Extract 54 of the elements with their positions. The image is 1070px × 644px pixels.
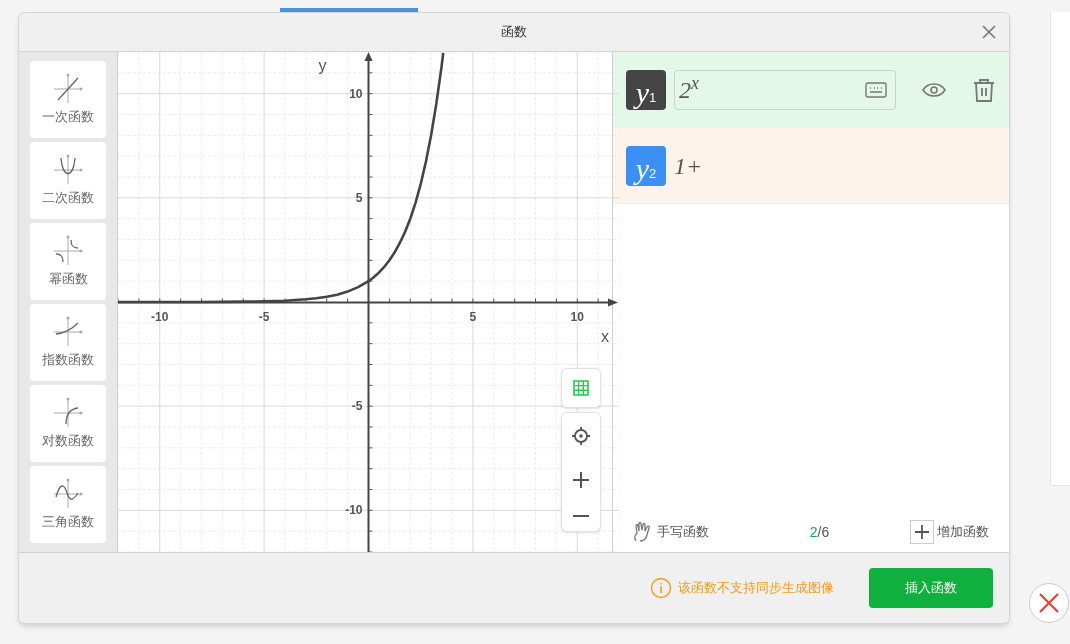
function-graph-icon bbox=[52, 153, 84, 186]
y-tick-label: -5 bbox=[351, 399, 363, 414]
expression-field[interactable]: 2$^{x}$ bbox=[674, 69, 896, 110]
function-type-button[interactable]: 三角函数 bbox=[30, 466, 106, 543]
function-badge: y2 bbox=[626, 145, 666, 186]
visibility-button[interactable] bbox=[922, 81, 946, 98]
zoom-out-button[interactable] bbox=[572, 514, 590, 519]
y-axis-label: y bbox=[318, 57, 327, 74]
trash-icon bbox=[972, 77, 996, 102]
function-type-button[interactable]: 幂函数 bbox=[30, 223, 106, 300]
hand-icon bbox=[633, 521, 653, 543]
function-type-button[interactable]: 指数函数 bbox=[30, 304, 106, 381]
y-tick-label: -10 bbox=[345, 503, 363, 518]
plus-icon bbox=[910, 520, 934, 544]
x-tick-label: -10 bbox=[151, 309, 169, 324]
warning-text: 该函数不支持同步生成图像 bbox=[678, 579, 834, 598]
function-type-button[interactable]: 二次函数 bbox=[30, 142, 106, 219]
expression-text: 1+ bbox=[674, 151, 703, 181]
function-graph-icon bbox=[52, 234, 84, 267]
function-graph-icon bbox=[52, 477, 84, 510]
keyboard-icon bbox=[865, 81, 887, 98]
function-graph-icon bbox=[52, 396, 84, 429]
grid-toggle-button[interactable] bbox=[561, 368, 601, 408]
eye-icon bbox=[922, 81, 946, 98]
close-icon bbox=[981, 24, 997, 40]
y-tick-label: 10 bbox=[349, 86, 363, 101]
locate-button[interactable] bbox=[571, 425, 591, 446]
minus-icon bbox=[572, 514, 590, 519]
x-tick-label: 10 bbox=[570, 309, 584, 324]
function-type-button[interactable]: 对数函数 bbox=[30, 385, 106, 462]
plus-icon bbox=[572, 471, 590, 489]
function-graph-icon bbox=[52, 72, 84, 105]
function-count: 2 bbox=[809, 522, 818, 542]
function-badge: y1 bbox=[626, 69, 666, 110]
y-tick-label: 5 bbox=[355, 190, 363, 205]
function-graph-icon bbox=[52, 315, 84, 348]
dialog-title: 函数 bbox=[501, 23, 527, 42]
close-button[interactable] bbox=[1029, 583, 1069, 623]
x-tick-label: 5 bbox=[469, 309, 477, 324]
x-axis-label: x bbox=[601, 328, 609, 345]
close-icon bbox=[1038, 592, 1060, 614]
x-tick-label: -5 bbox=[258, 309, 270, 324]
crosshair-icon bbox=[571, 425, 591, 446]
info-icon bbox=[650, 577, 672, 599]
delete-button[interactable] bbox=[972, 77, 996, 102]
function-type-button[interactable]: 一次函数 bbox=[30, 61, 106, 138]
function-limit: /6 bbox=[817, 522, 830, 542]
close-button[interactable] bbox=[981, 24, 997, 40]
function-row[interactable]: y1 2$^{x}$ bbox=[613, 52, 1009, 128]
handwrite-button[interactable]: 手写函数 bbox=[633, 521, 709, 543]
add-function-button[interactable]: 增加函数 bbox=[910, 520, 989, 544]
function-row[interactable]: y2 1+ bbox=[613, 128, 1009, 204]
grid-icon bbox=[573, 380, 589, 396]
zoom-in-button[interactable] bbox=[572, 471, 590, 489]
